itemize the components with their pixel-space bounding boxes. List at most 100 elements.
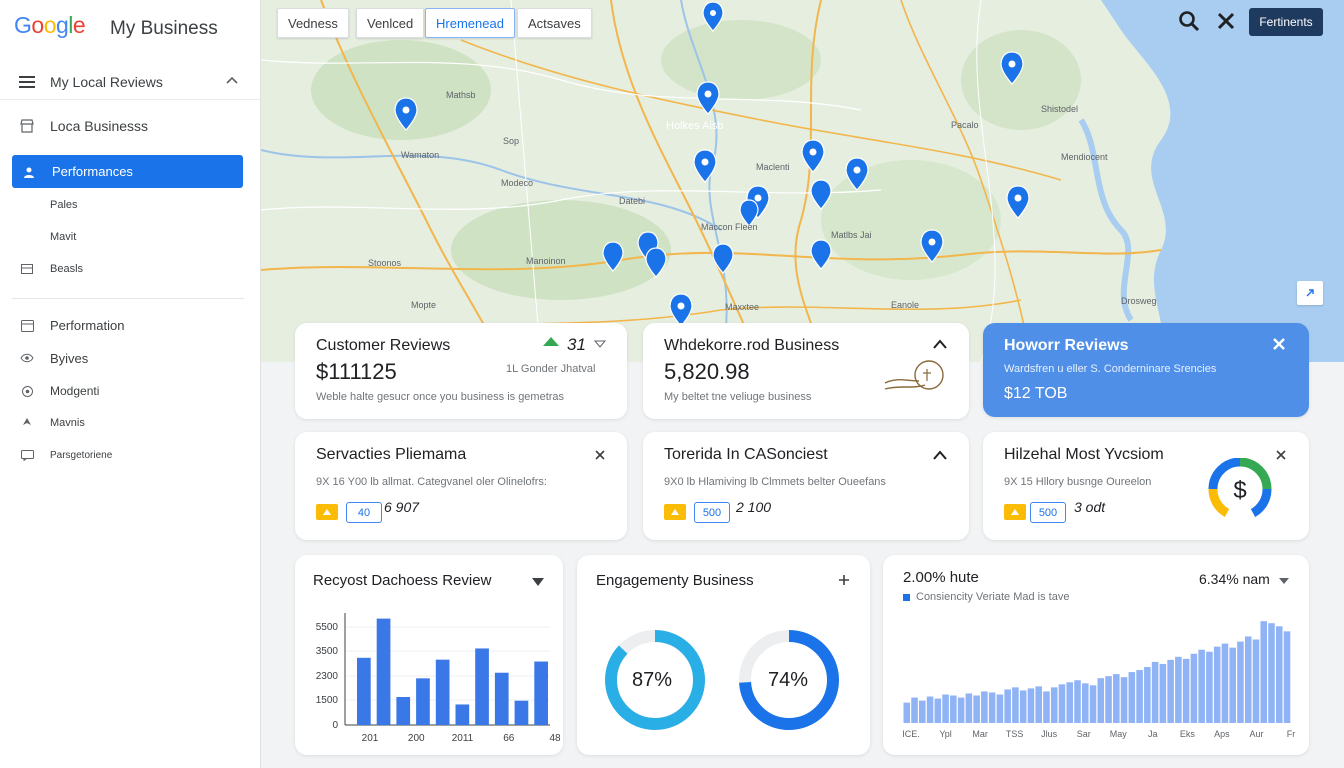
map-label: Mendiocent [1061,152,1108,162]
sidebar-item-label: Beasls [50,263,84,275]
sidebar-item-modgenti[interactable]: Modgenti [0,378,260,404]
sidebar-item-pales[interactable]: Pales [0,194,260,216]
card-title: Howorr Reviews [1004,337,1129,354]
bar [950,695,957,723]
bar [1089,685,1097,723]
x-tick-label: Ja [1148,729,1158,739]
x-tick-label: Eks [1180,729,1196,739]
x-tick-label: Fr [1287,729,1296,739]
bar [1221,643,1229,723]
sidebar-item-performances[interactable]: Performances [12,155,243,188]
list-icon [18,260,36,278]
sidebar-item-parsgetoriene[interactable]: Parsgetoriene [0,442,260,468]
menu-icon[interactable] [18,73,36,91]
bar [1283,631,1291,723]
trend-up-icon [542,335,560,350]
x-tick-label: Jlus [1041,729,1058,739]
x-tick-label: 201 [362,733,379,744]
chevron-up-icon[interactable] [933,448,947,463]
card-business: Whdekorre.rod Business 5,820.98 My belte… [643,323,969,419]
count-badge[interactable]: 500 [694,502,730,523]
chevron-up-icon[interactable] [933,337,947,352]
bar [1198,649,1205,723]
card-note: Weble halte gesucr once you business is … [316,391,565,403]
trend-bar-chart: ICE. Ypl Mar TSS Jlus Sar May Ja Eks Aps Aur Fr [902,621,1296,739]
sidebar-divider [12,298,244,299]
fertinents-button[interactable]: Fertinents [1249,8,1323,36]
bar [903,702,911,723]
bar [455,704,470,725]
search-icon[interactable] [1178,10,1200,38]
close-icon[interactable] [1276,448,1286,463]
bar [1113,674,1120,723]
settings-icon [18,382,36,400]
bar [1167,659,1174,723]
map-label: Sop [503,136,520,146]
x-tick-label: Sar [1077,729,1091,739]
donut-label-1: 87% [632,669,673,691]
filter-chip-venlced[interactable]: Venlced [356,8,425,38]
card-hilzehal: Hilzehal Most Yvcsiom 9X 15 Hllory busng… [983,432,1309,540]
bar [514,700,529,725]
card-title: Torerida In CASonciest [664,446,828,463]
card-stat: 31 [567,335,586,354]
bar [1105,676,1112,723]
sidebar-item-beasls[interactable]: Beasls [0,258,260,280]
close-icon[interactable] [1216,10,1236,38]
sidebar-item-label: Performation [50,317,125,333]
sidebar-item-label: Pales [50,199,78,211]
card-recent-review: Recyost Dachoess Review 0 1500 2300 3500 550… [295,555,563,755]
card-note: My beltet tne veliuge business [664,391,812,403]
sidebar-item-mavnis[interactable]: Mavnis [0,410,260,436]
bar [1019,690,1027,723]
x-tick-label: 66 [503,733,515,744]
sidebar-item-label: Byives [50,350,89,366]
card-trend: 2.00% hute 6.34% nam Consiencity Veriate… [883,555,1309,755]
filter-chip-hremenead[interactable]: Hremenead [425,8,515,38]
google-logo[interactable]: Google [14,12,86,39]
sidebar-item-label: Performances [52,164,133,179]
bar [1035,686,1042,723]
y-tick-label: 2300 [316,671,339,682]
eye-icon [18,349,36,367]
bar [1097,678,1105,723]
filter-chip-actsaves[interactable]: Actsaves [517,8,592,38]
sidebar-item-label: Parsgetoriene [50,449,113,461]
close-icon[interactable] [1273,337,1285,355]
close-icon[interactable] [595,448,605,463]
map-area[interactable]: Mathsb Sop Holkes Aisb Modeco Wamaton Da… [261,0,1344,362]
map-label: Datebi [619,196,646,206]
y-tick-label: 1500 [316,695,339,706]
bar [1229,647,1236,723]
card-title: Servacties Pliemama [316,446,467,463]
storefront-icon [18,117,36,135]
bar [1043,691,1050,723]
sidebar-item-mavit[interactable]: Mavit [0,226,260,248]
bar [475,648,489,725]
sidebar-item-label: Modgenti [50,384,100,398]
engagement-donuts [605,630,839,730]
x-tick-label: 200 [408,733,425,744]
bar [534,661,548,725]
bar [1260,621,1268,723]
bar [1027,688,1035,723]
map-label: Matlbs Jai [831,230,872,240]
count-badge[interactable]: 500 [1030,502,1066,523]
x-tick-label: Mar [972,729,988,739]
bar [1058,684,1066,723]
filter-chip-vedness[interactable]: Vedness [277,8,349,38]
card-hour-reviews: Howorr Reviews Wardsfren u eller S. Cond… [983,323,1309,417]
bar [1182,658,1190,723]
chevron-down-icon[interactable] [593,337,607,352]
sidebar-item-loca-businesss[interactable]: Loca Businesss [0,108,260,144]
sidebar-item-byives[interactable]: Byives [0,345,260,371]
alert-icon [664,504,686,520]
alert-icon [316,504,338,520]
card-customer-reviews: Customer Reviews $111125 31 1L Gonder Jh… [295,323,627,419]
chevron-up-icon[interactable] [226,73,238,87]
sidebar-item-performation[interactable]: Performation [0,312,260,338]
sidebar-header-reviews[interactable]: My Local Reviews [0,64,260,100]
expand-icon[interactable] [1297,281,1323,305]
bar [1136,670,1143,723]
count-badge[interactable]: 40 [346,502,382,523]
